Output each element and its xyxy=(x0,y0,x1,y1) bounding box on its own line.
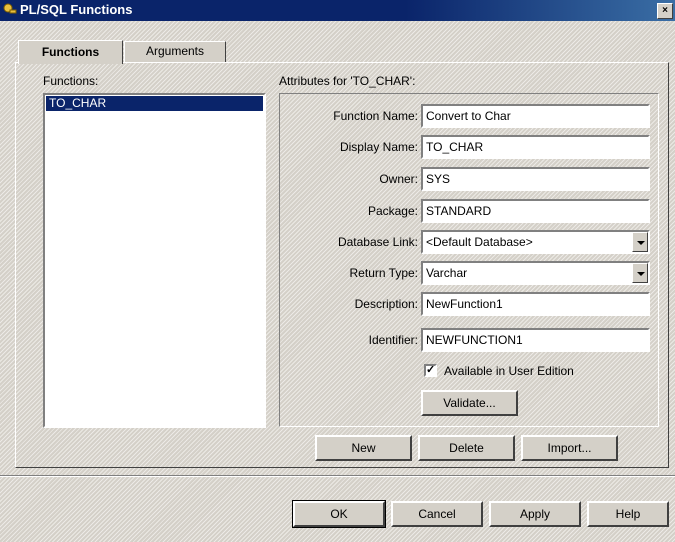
separator-highlight xyxy=(0,476,675,477)
owner-label: Owner: xyxy=(379,172,418,186)
checkmark-icon: ✓ xyxy=(426,364,436,376)
return-type-select[interactable]: Varchar xyxy=(421,261,650,285)
help-button[interactable]: Help xyxy=(587,501,669,527)
database-link-value: <Default Database> xyxy=(426,235,533,249)
apply-button[interactable]: Apply xyxy=(489,501,581,527)
new-button[interactable]: New xyxy=(315,435,412,461)
chevron-down-icon xyxy=(637,272,645,276)
database-link-select[interactable]: <Default Database> xyxy=(421,230,650,254)
import-button[interactable]: Import... xyxy=(521,435,618,461)
database-link-dropdown-button[interactable] xyxy=(632,232,648,252)
owner-field[interactable]: SYS xyxy=(421,167,650,191)
available-user-edition-label[interactable]: Available in User Edition xyxy=(444,364,574,378)
identifier-field[interactable]: NEWFUNCTION1 xyxy=(421,328,650,352)
list-item[interactable]: TO_CHAR xyxy=(46,96,263,111)
description-field[interactable]: NewFunction1 xyxy=(421,292,650,316)
return-type-label: Return Type: xyxy=(349,266,418,280)
return-type-dropdown-button[interactable] xyxy=(632,263,648,283)
cancel-button[interactable]: Cancel xyxy=(391,501,483,527)
package-field[interactable]: STANDARD xyxy=(421,199,650,223)
description-label: Description: xyxy=(354,297,418,311)
function-name-label: Function Name: xyxy=(333,109,418,123)
database-link-label: Database Link: xyxy=(337,235,418,249)
delete-button[interactable]: Delete xyxy=(418,435,515,461)
function-name-field[interactable]: Convert to Char xyxy=(421,104,650,128)
available-user-edition-checkbox[interactable]: ✓ xyxy=(424,364,437,377)
chevron-down-icon xyxy=(637,241,645,245)
functions-list-label: Functions: xyxy=(43,74,99,88)
display-name-field[interactable]: TO_CHAR xyxy=(421,135,650,159)
package-label: Package: xyxy=(367,204,418,218)
return-type-value: Varchar xyxy=(426,266,468,280)
attributes-group-label: Attributes for 'TO_CHAR': xyxy=(279,74,416,88)
display-name-label: Display Name: xyxy=(339,140,418,154)
identifier-label: Identifier: xyxy=(368,333,418,347)
validate-button[interactable]: Validate... xyxy=(421,390,518,416)
functions-listbox[interactable]: TO_CHAR xyxy=(43,93,266,428)
ok-button[interactable]: OK xyxy=(292,500,386,528)
